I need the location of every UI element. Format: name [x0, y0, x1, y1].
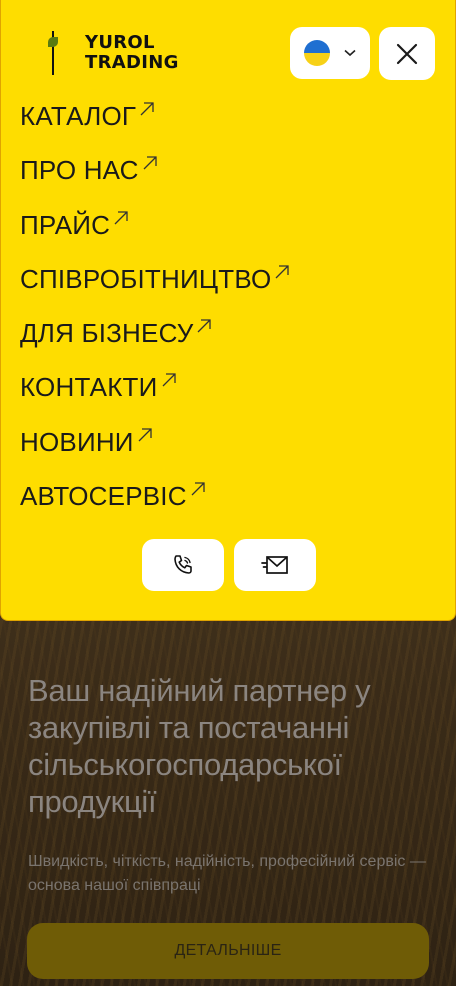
mail-icon — [261, 556, 288, 574]
nav-item-label: СПІВРОБІТНИЦТВО — [20, 263, 272, 294]
nav-item-label: ПРО НАС — [20, 155, 139, 186]
nav-item-price[interactable]: ПРАЙС — [20, 205, 289, 259]
chevron-down-icon — [344, 49, 356, 57]
nav-item-label: КАТАЛОГ — [20, 101, 137, 131]
logo-text: YUROL TRADING — [85, 33, 179, 73]
arrow-up-right-icon — [276, 265, 290, 279]
nav-item-business[interactable]: ДЛЯ БІЗНЕСУ — [20, 313, 289, 367]
nav-item-cooperation[interactable]: СПІВРОБІТНИЦТВО — [20, 259, 290, 313]
nav-item-about[interactable]: ПРО НАС — [20, 150, 289, 204]
hero-subtitle: Швидкість, чіткість, надійність, професі… — [28, 853, 426, 894]
wheat-logo-icon — [45, 31, 67, 75]
nav-item-label: ДЛЯ БІЗНЕСУ — [20, 318, 194, 349]
nav-item-label: НОВИНИ — [20, 426, 134, 457]
arrow-up-right-icon — [162, 373, 176, 387]
nav-item-label: КОНТАКТИ — [20, 372, 158, 403]
nav-item-catalog[interactable]: КАТАЛОГ — [20, 96, 289, 150]
arrow-up-right-icon — [143, 156, 157, 170]
nav-item-label: АВТОСЕРВІС — [20, 481, 187, 512]
arrow-up-right-icon — [197, 319, 212, 333]
logo-line-1: YUROL — [85, 32, 155, 53]
nav-item-news[interactable]: НОВИНИ — [20, 422, 289, 476]
ukraine-flag-icon — [304, 40, 330, 66]
nav-item-label: ПРАЙС — [20, 209, 111, 240]
phone-button[interactable] — [142, 539, 224, 591]
nav-item-contacts[interactable]: КОНТАКТИ — [20, 367, 289, 421]
arrow-up-right-icon — [114, 210, 128, 225]
hero-title: Ваш надійний партнер у закупівлі та пост… — [28, 673, 371, 819]
language-selector[interactable] — [290, 27, 370, 79]
arrow-up-right-icon — [191, 482, 205, 496]
mail-button[interactable] — [234, 539, 316, 591]
phone-icon — [174, 555, 192, 574]
logo-line-2: TRADING — [85, 52, 179, 73]
mobile-menu: YUROL TRADING КАТАЛОГ ПРО НАС ПРАЙС СПІВ… — [0, 0, 456, 621]
nav-item-autoservice[interactable]: АВТОСЕРВІС — [20, 476, 289, 530]
arrow-up-right-icon — [140, 102, 154, 116]
close-icon — [396, 43, 418, 64]
arrow-up-right-icon — [138, 428, 152, 442]
main-nav: КАТАЛОГ ПРО НАС ПРАЙС СПІВРОБІТНИЦТВО ДЛ… — [20, 96, 290, 530]
details-button[interactable]: ДЕТАЛЬНІШЕ — [27, 923, 429, 979]
logo[interactable]: YUROL TRADING — [45, 30, 179, 76]
close-menu-button[interactable] — [379, 27, 435, 80]
